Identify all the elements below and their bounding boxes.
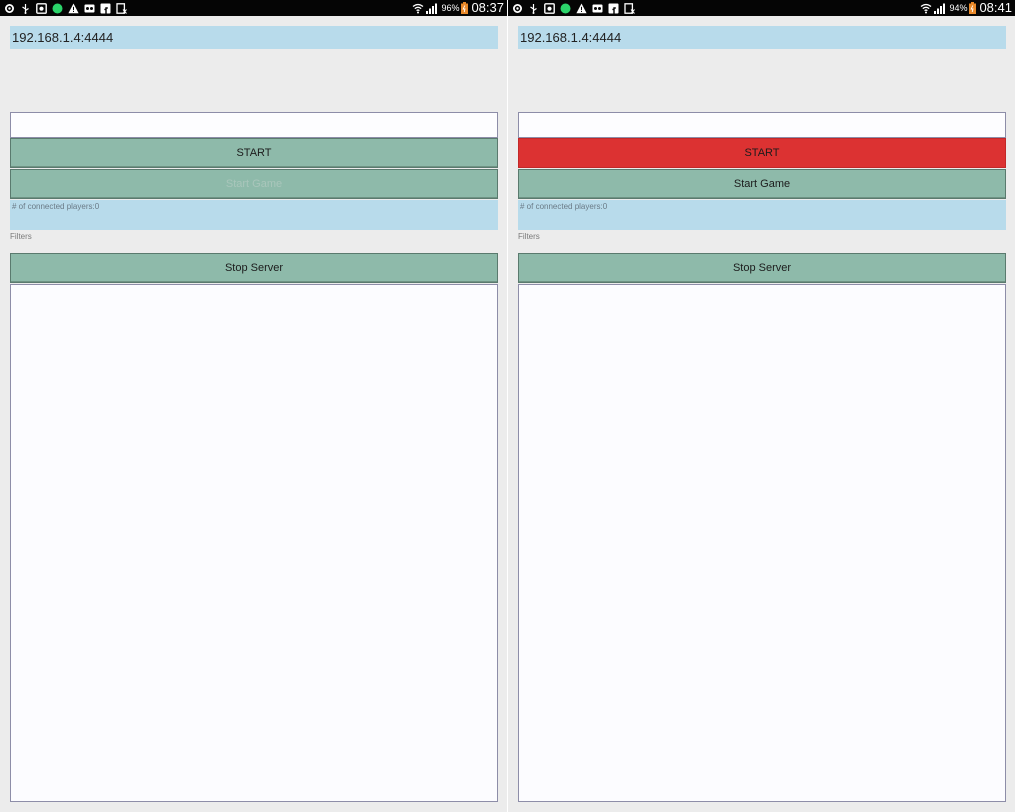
clipboard-icon [116, 2, 127, 14]
filters-label: Filters [10, 232, 32, 241]
server-address: 192.168.1.4:4444 [518, 26, 1006, 49]
battery-icon [461, 2, 469, 14]
connected-players-panel: # of connected players:0 [518, 200, 1006, 230]
voicemail-icon [592, 4, 603, 12]
notification-icons [4, 2, 127, 14]
text-input[interactable] [518, 112, 1006, 138]
clock: 08:41 [979, 0, 1012, 15]
connected-players-label: # of connected players:0 [12, 202, 100, 211]
wifi-icon [921, 3, 932, 14]
notification-icons [512, 2, 635, 14]
filters-label: Filters [518, 232, 540, 241]
start-button[interactable]: START [10, 138, 498, 168]
warning-icon [576, 3, 587, 13]
voicemail-icon [84, 4, 95, 12]
clock: 08:37 [471, 0, 504, 15]
battery-percent: 96% [441, 3, 460, 13]
status-right: 96% 08:37 [412, 0, 504, 16]
usb-icon [22, 3, 29, 14]
facebook-icon [608, 3, 619, 13]
text-input[interactable] [10, 112, 498, 138]
screenshot-icon [544, 2, 555, 14]
server-address: 192.168.1.4:4444 [10, 26, 498, 49]
status-bar: 94% 08:41 [508, 0, 1015, 16]
start-button[interactable]: START [518, 138, 1006, 168]
settings-icon [5, 3, 14, 13]
status-bar: 96% 08:37 [0, 0, 507, 16]
warning-icon [68, 3, 79, 13]
start-game-button[interactable]: Start Game [518, 169, 1006, 199]
stop-server-button[interactable]: Stop Server [518, 253, 1006, 283]
circle-app-icon [52, 3, 63, 13]
settings-icon [513, 3, 522, 13]
battery-icon [969, 2, 977, 14]
connected-players-panel: # of connected players:0 [10, 200, 498, 230]
signal-icon [426, 3, 438, 14]
left-screen: 96% 08:37 192.168.1.4:4444 START Start G… [0, 0, 507, 812]
log-area[interactable] [10, 284, 498, 802]
usb-icon [530, 3, 537, 14]
log-area[interactable] [518, 284, 1006, 802]
screenshot-icon [36, 2, 47, 14]
facebook-icon [100, 3, 111, 13]
status-right: 94% 08:41 [920, 0, 1012, 16]
wifi-icon [413, 3, 424, 14]
connected-players-label: # of connected players:0 [520, 202, 608, 211]
signal-icon [934, 3, 946, 14]
clipboard-icon [624, 2, 635, 14]
right-screen: 94% 08:41 192.168.1.4:4444 START Start G… [508, 0, 1015, 812]
battery-percent: 94% [949, 3, 968, 13]
circle-app-icon [560, 3, 571, 13]
stop-server-button[interactable]: Stop Server [10, 253, 498, 283]
start-game-button[interactable]: Start Game [10, 169, 498, 199]
